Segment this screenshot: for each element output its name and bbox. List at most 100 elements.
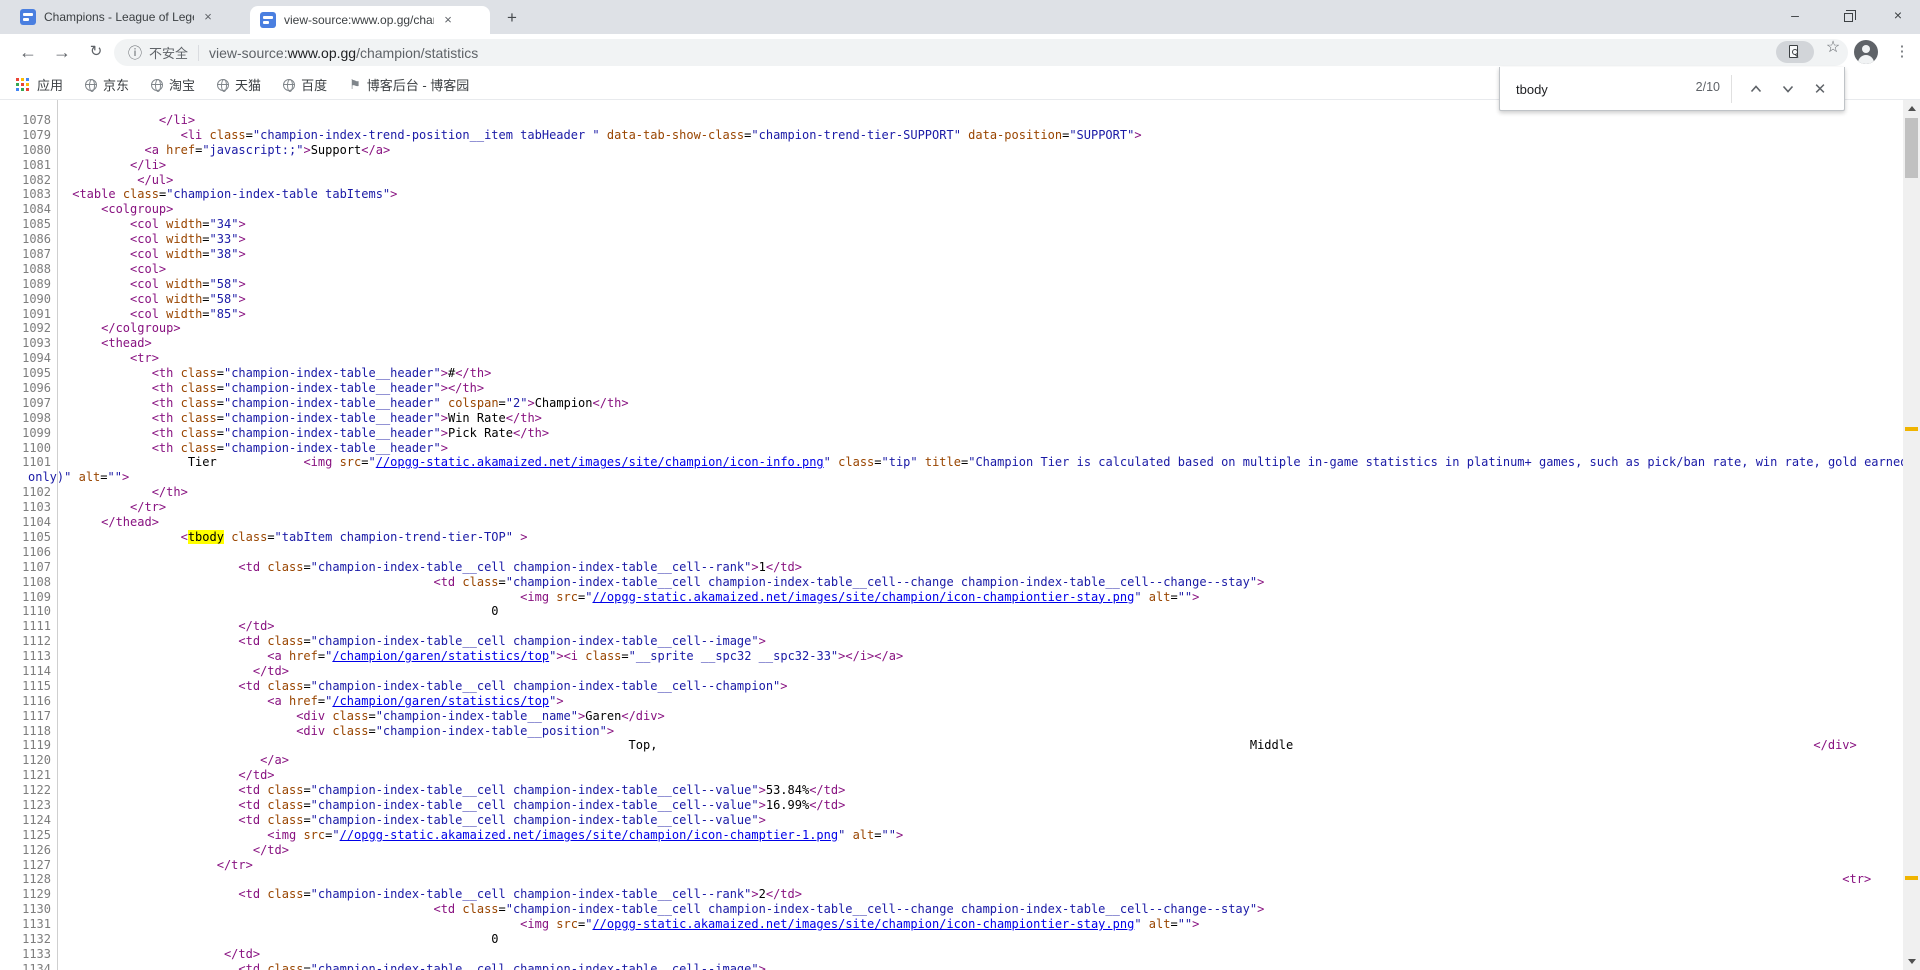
new-tab-button[interactable]: + [502, 8, 522, 28]
source-token: <img [303, 455, 332, 469]
source-link[interactable]: //opgg-static.akamaized.net/images/site/… [376, 455, 824, 469]
tab-champions[interactable]: Champions - League of Legen × [10, 0, 242, 34]
source-token: class [332, 709, 368, 723]
find-input[interactable] [1516, 77, 1656, 101]
source-token: "champion-index-table__header" [224, 441, 441, 455]
source-token: = [361, 455, 368, 469]
source-line: 1117 <div class="champion-index-table__n… [0, 709, 1903, 724]
line-number: 1113 [0, 649, 51, 664]
browser-menu-icon[interactable]: ⋮ [1890, 39, 1914, 65]
source-token: = [499, 575, 506, 589]
scrollbar-thumb[interactable] [1905, 118, 1918, 178]
address-bar[interactable]: ⓘ 不安全 view-source:www.op.gg/champion/sta… [114, 39, 1848, 66]
source-token: <th [152, 441, 174, 455]
bookmark-item[interactable]: 京东 [85, 75, 129, 94]
info-icon[interactable]: ⓘ [128, 43, 142, 63]
source-line: 1096 <th class="champion-index-table__he… [0, 381, 1903, 396]
source-token: class [267, 813, 303, 827]
source-line: 1087 <col width="38"> [0, 247, 1903, 262]
source-line: 1124 <td class="champion-index-table__ce… [0, 813, 1903, 828]
source-token: = [202, 277, 209, 291]
window-restore-button[interactable] [1825, 0, 1871, 32]
bookmark-item[interactable]: ⚑博客后台 - 博客园 [349, 75, 469, 94]
source-token: width [166, 217, 202, 231]
vertical-scrollbar[interactable] [1903, 100, 1920, 970]
line-number: 1098 [0, 411, 51, 426]
source-link[interactable]: //opgg-static.akamaized.net/images/site/… [592, 917, 1134, 931]
source-token: <li [181, 128, 203, 142]
source-token: = [100, 470, 107, 484]
source-token: <td [238, 887, 260, 901]
source-line: 1126 </td> [0, 843, 1903, 858]
source-token: = [267, 530, 274, 544]
source-token [282, 694, 289, 708]
source-token: </div> [1813, 738, 1856, 752]
close-tab-icon[interactable]: × [440, 12, 456, 28]
line-number: 1118 [0, 724, 51, 739]
back-button[interactable]: ← [14, 38, 42, 66]
source-token: </td> [809, 783, 845, 797]
source-token: < [181, 530, 188, 544]
window-minimize-button[interactable]: – [1772, 0, 1818, 32]
find-previous-button[interactable] [1744, 77, 1768, 101]
source-link[interactable]: //opgg-static.akamaized.net/images/site/… [592, 590, 1134, 604]
source-token: src [340, 455, 362, 469]
source-line: 1086 <col width="33"> [0, 232, 1903, 247]
forward-button[interactable]: → [48, 38, 76, 66]
profile-avatar[interactable] [1854, 40, 1878, 64]
source-token: = [202, 292, 209, 306]
source-token: = [217, 366, 224, 380]
source-token: alt [1149, 917, 1171, 931]
source-token: = [303, 798, 310, 812]
scroll-up-arrow[interactable] [1903, 100, 1920, 117]
source-token: Tier [188, 455, 217, 469]
reload-button[interactable]: ↻ [82, 38, 110, 66]
line-number: 1094 [0, 351, 51, 366]
source-line: 1118 <div class="champion-index-table__p… [0, 724, 1903, 739]
source-token: </td> [253, 664, 289, 678]
source-link[interactable]: //opgg-static.akamaized.net/images/site/… [340, 828, 839, 842]
bookmark-star-icon[interactable]: ☆ [1822, 37, 1844, 59]
window-close-button[interactable]: × [1875, 0, 1920, 32]
bookmark-item[interactable]: 天猫 [217, 75, 261, 94]
source-code: 1078 </li>1079 <li class="champion-index… [0, 113, 1903, 970]
find-in-page-indicator[interactable] [1776, 41, 1814, 63]
source-token: <colgroup> [101, 202, 173, 216]
line-number: 1105 [0, 530, 51, 545]
find-close-button[interactable]: ✕ [1808, 77, 1832, 101]
source-token: <col [130, 232, 159, 246]
source-token: "champion-index-table__header" [224, 426, 441, 440]
close-tab-icon[interactable]: × [200, 9, 216, 25]
line-number: 1106 [0, 545, 51, 560]
source-link[interactable]: /champion/garen/statistics/top [332, 649, 549, 663]
apps-grid-icon[interactable] [16, 78, 29, 91]
source-link[interactable]: /champion/garen/statistics/top [332, 694, 549, 708]
source-line: 1094 <tr> [0, 351, 1903, 366]
scroll-down-arrow[interactable] [1903, 953, 1920, 970]
source-token: "33" [210, 232, 239, 246]
source-line: 1089 <col width="58"> [0, 277, 1903, 292]
bookmark-item[interactable]: 百度 [283, 75, 327, 94]
security-label: 不安全 [149, 43, 188, 62]
line-number: 1097 [0, 396, 51, 411]
line-number: 1124 [0, 813, 51, 828]
source-token: = [1170, 590, 1177, 604]
tab-view-source[interactable]: view-source:www.op.gg/cham × [250, 6, 490, 34]
line-number: 1114 [0, 664, 51, 679]
source-token: class [181, 426, 217, 440]
source-token: </ul> [137, 173, 173, 187]
source-token: Win Rate [448, 411, 506, 425]
bookmark-item[interactable]: 淘宝 [151, 75, 195, 94]
source-token: = [499, 902, 506, 916]
source-token: class [267, 783, 303, 797]
find-next-button[interactable] [1776, 77, 1800, 101]
source-token: "" [881, 828, 895, 842]
source-token: </colgroup> [101, 321, 180, 335]
line-number: 1122 [0, 783, 51, 798]
apps-label[interactable]: 应用 [37, 75, 63, 94]
source-token: > [441, 441, 448, 455]
source-token: 1 [759, 560, 766, 574]
source-token: > [751, 887, 758, 901]
find-highlight: tbody [188, 530, 224, 544]
source-token: = [621, 649, 628, 663]
